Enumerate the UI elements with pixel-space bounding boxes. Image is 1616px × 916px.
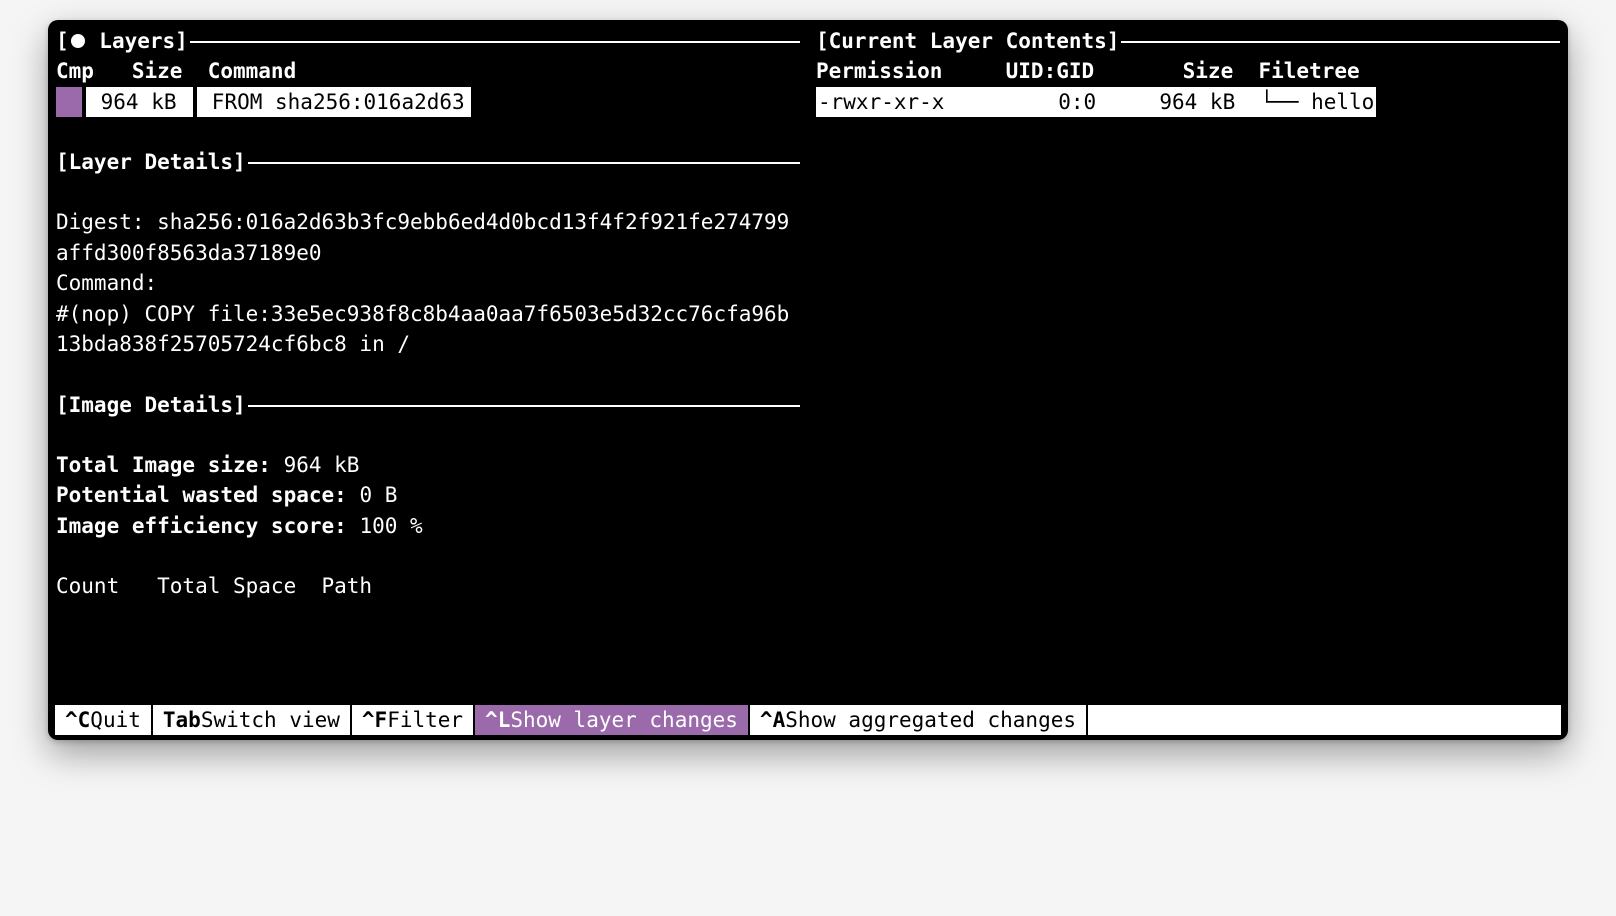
filter-shortcut[interactable]: ^F Filter xyxy=(352,705,475,735)
contents-title: [Current Layer Contents] xyxy=(816,26,1119,56)
layers-title: [ Layers] xyxy=(56,26,188,56)
rule-line xyxy=(248,405,800,407)
image-details-header: [Image Details] xyxy=(56,390,800,420)
switch-view-shortcut[interactable]: Tab Switch view xyxy=(153,705,352,735)
image-details-columns: Count Total Space Path xyxy=(56,571,800,601)
layer-command: FROM sha256:016a2d63 xyxy=(197,87,471,117)
filetree-row-wrap[interactable]: -rwxr-xr-x 0:0 964 kB └── hello xyxy=(816,87,1560,117)
layers-header: [ Layers] xyxy=(56,26,800,56)
wasted-space: Potential wasted space: 0 B xyxy=(56,480,800,510)
command-label: Command: xyxy=(56,268,800,298)
bottom-bar: ^C Quit Tab Switch view ^F Filter ^L Sho… xyxy=(55,705,1561,735)
terminal-window: [ Layers] Cmp Size Command 964 kB FROM s… xyxy=(48,20,1568,740)
layer-details-title: [Layer Details] xyxy=(56,147,246,177)
filetree-row: -rwxr-xr-x 0:0 964 kB └── hello xyxy=(816,87,1376,117)
total-image-size: Total Image size: 964 kB xyxy=(56,450,800,480)
show-aggregated-changes-shortcut[interactable]: ^A Show aggregated changes xyxy=(750,705,1088,735)
left-pane: [ Layers] Cmp Size Command 964 kB FROM s… xyxy=(56,26,800,705)
layer-row[interactable]: 964 kB FROM sha256:016a2d63 xyxy=(56,87,800,117)
rule-line xyxy=(248,162,800,164)
show-layer-changes-shortcut[interactable]: ^L Show layer changes xyxy=(475,705,750,735)
cmp-swatch-icon xyxy=(56,87,82,117)
rule-line xyxy=(1121,41,1560,43)
quit-shortcut[interactable]: ^C Quit xyxy=(55,705,153,735)
layer-size: 964 kB xyxy=(86,87,193,117)
active-pane-dot-icon xyxy=(71,34,85,48)
rule-line xyxy=(190,41,800,43)
content-area: [ Layers] Cmp Size Command 964 kB FROM s… xyxy=(56,26,1560,705)
digest-value: sha256:016a2d63b3fc9ebb6ed4d0bcd13f4f2f9… xyxy=(56,210,789,264)
layers-columns: Cmp Size Command xyxy=(56,56,800,86)
contents-columns: Permission UID:GID Size Filetree xyxy=(816,56,1560,86)
contents-header: [Current Layer Contents] xyxy=(816,26,1560,56)
right-pane: [Current Layer Contents] Permission UID:… xyxy=(816,26,1560,705)
efficiency-score: Image efficiency score: 100 % xyxy=(56,511,800,541)
layer-details-header: [Layer Details] xyxy=(56,147,800,177)
bottombar-spacer xyxy=(1088,705,1561,735)
digest-line: Digest: sha256:016a2d63b3fc9ebb6ed4d0bcd… xyxy=(56,207,800,268)
image-details-title: [Image Details] xyxy=(56,390,246,420)
command-value: #(nop) COPY file:33e5ec938f8c8b4aa0aa7f6… xyxy=(56,299,800,360)
